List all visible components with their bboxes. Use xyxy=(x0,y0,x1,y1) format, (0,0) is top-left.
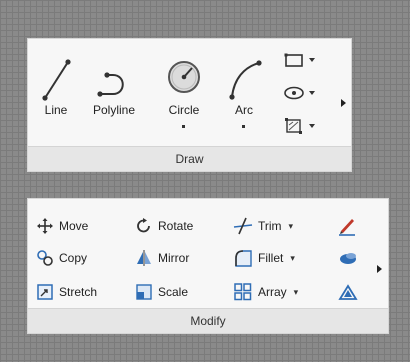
modify-panel-title[interactable]: Modify xyxy=(28,308,388,333)
trim-icon xyxy=(233,217,253,235)
polyline-button[interactable]: Polyline xyxy=(83,55,145,117)
hatch-icon xyxy=(285,118,302,134)
chevron-down-icon[interactable]: ▾ xyxy=(289,221,294,232)
mirror-label: Mirror xyxy=(158,251,190,265)
circle-button[interactable]: Circle xyxy=(159,53,209,128)
copy-button[interactable]: Copy xyxy=(36,246,87,270)
rectangle-button[interactable] xyxy=(283,49,323,71)
rectangle-icon xyxy=(284,53,303,67)
line-button[interactable]: Line xyxy=(36,55,76,117)
modify-panel: Move Copy Stretch Rotate Mirror Scale Tr… xyxy=(27,198,389,334)
erase-icon[interactable] xyxy=(337,216,357,236)
chevron-down-icon[interactable]: ▾ xyxy=(290,253,295,264)
circle-icon xyxy=(168,61,200,93)
stretch-icon xyxy=(37,284,53,300)
ellipse-button[interactable] xyxy=(283,82,323,104)
move-label: Move xyxy=(59,219,89,233)
line-label: Line xyxy=(44,103,68,117)
stretch-button[interactable]: Stretch xyxy=(36,280,97,304)
hatch-button[interactable] xyxy=(283,115,323,137)
array-icon xyxy=(234,283,252,301)
polyline-icon xyxy=(97,72,124,97)
trim-label: Trim xyxy=(258,219,282,233)
fillet-button[interactable]: Fillet ▾ xyxy=(233,246,295,270)
draw-panel-title[interactable]: Draw xyxy=(28,146,351,171)
scale-label: Scale xyxy=(158,285,189,299)
arc-label: Arc xyxy=(235,103,253,117)
draw-panel-expand-icon[interactable] xyxy=(341,99,346,107)
line-icon xyxy=(42,59,71,101)
arc-dropdown-indicator[interactable] xyxy=(242,125,245,128)
move-button[interactable]: Move xyxy=(36,214,88,238)
circle-label: Circle xyxy=(168,103,200,117)
modify-panel-expand-icon[interactable] xyxy=(377,265,382,273)
chevron-down-icon[interactable]: ▾ xyxy=(294,287,299,298)
trim-button[interactable]: Trim ▾ xyxy=(233,214,293,238)
rotate-icon xyxy=(137,218,150,233)
fillet-label: Fillet xyxy=(258,251,284,265)
mirror-button[interactable]: Mirror xyxy=(135,246,189,270)
arc-icon xyxy=(229,60,262,100)
circle-dropdown-indicator[interactable] xyxy=(182,125,185,128)
ellipse-icon xyxy=(284,86,304,100)
move-icon xyxy=(37,218,53,234)
offset-icon[interactable] xyxy=(337,282,359,302)
chevron-down-icon[interactable] xyxy=(309,58,315,62)
mirror-icon xyxy=(137,250,151,266)
array-button[interactable]: Array ▾ xyxy=(233,280,298,304)
copy-icon xyxy=(37,250,53,266)
arc-button[interactable]: Arc xyxy=(220,55,268,128)
array-label: Array xyxy=(258,285,287,299)
scale-icon xyxy=(136,284,152,300)
stretch-label: Stretch xyxy=(59,285,98,299)
chevron-down-icon[interactable] xyxy=(309,91,315,95)
rotate-label: Rotate xyxy=(158,219,194,233)
rotate-button[interactable]: Rotate xyxy=(135,214,193,238)
copy-label: Copy xyxy=(59,251,88,265)
fillet-icon xyxy=(235,250,252,267)
explode-icon[interactable] xyxy=(337,248,359,268)
draw-panel: Line Polyline Circle Arc Draw xyxy=(27,38,352,172)
polyline-label: Polyline xyxy=(92,103,136,117)
scale-button[interactable]: Scale xyxy=(135,280,188,304)
chevron-down-icon[interactable] xyxy=(309,124,315,128)
